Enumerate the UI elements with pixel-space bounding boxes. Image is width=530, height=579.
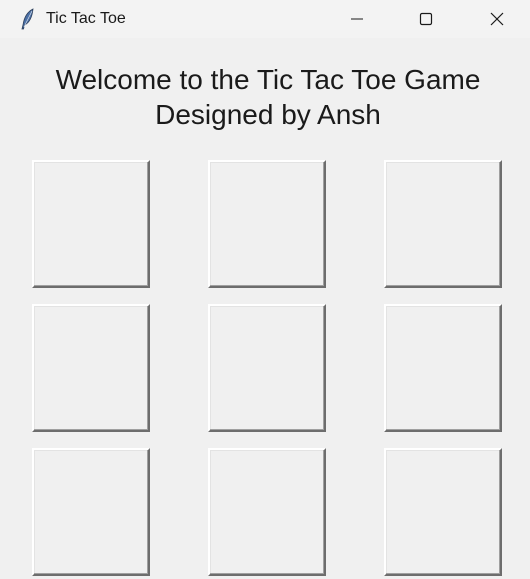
minimize-icon [350,12,364,26]
board-cell-8[interactable] [208,448,326,576]
feather-icon [19,8,37,30]
welcome-heading: Welcome to the Tic Tac Toe Game Designed… [0,62,530,132]
window-title: Tic Tac Toe [46,10,126,27]
board-cell-5[interactable] [208,304,326,432]
designer-line: Designed by Ansh [155,99,381,130]
app-window: Tic Tac Toe Welcome to the Tic Tac Toe G… [0,0,530,579]
board-cell-7[interactable] [32,448,150,576]
close-icon [490,12,504,26]
board-cell-4[interactable] [32,304,150,432]
minimize-button[interactable] [334,0,380,38]
board-cell-6[interactable] [384,304,502,432]
board-cell-9[interactable] [384,448,502,576]
board-cell-2[interactable] [208,160,326,288]
maximize-button[interactable] [403,0,449,38]
title-bar[interactable]: Tic Tac Toe [0,0,530,38]
board-cell-1[interactable] [32,160,150,288]
maximize-icon [419,12,433,26]
board-cell-3[interactable] [384,160,502,288]
close-button[interactable] [474,0,520,38]
welcome-line: Welcome to the Tic Tac Toe Game [55,64,481,95]
